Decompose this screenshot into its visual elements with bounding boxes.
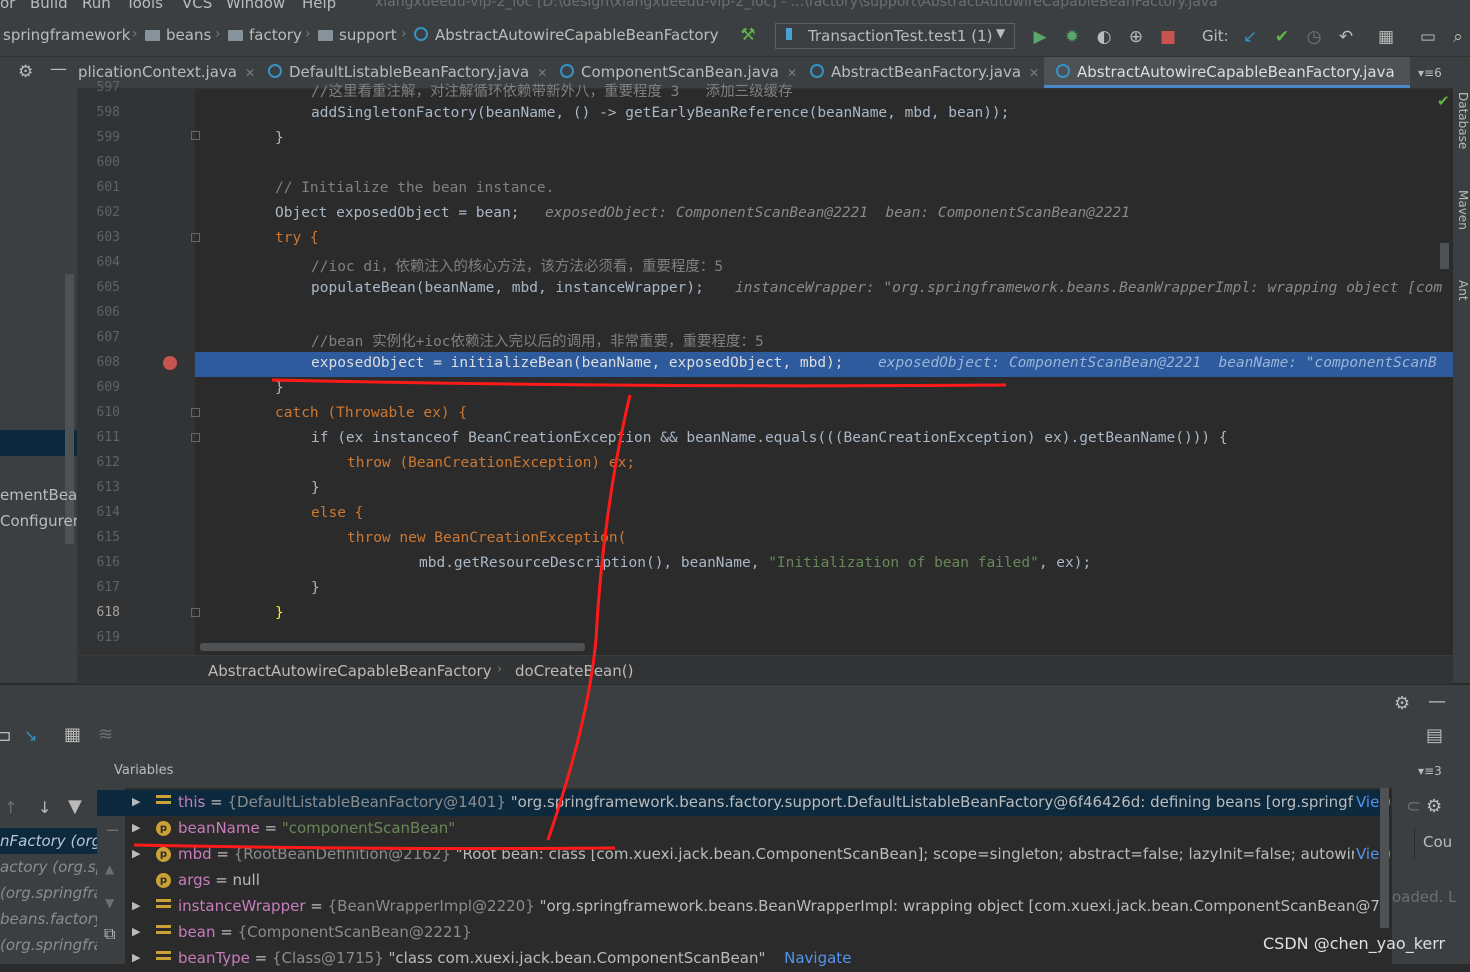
- annotation-connector-line: [546, 394, 632, 841]
- annotation-underline-code: [271, 378, 1007, 388]
- annotation-overlay: [133, 378, 1007, 851]
- annotation-underline-variable: [133, 843, 616, 851]
